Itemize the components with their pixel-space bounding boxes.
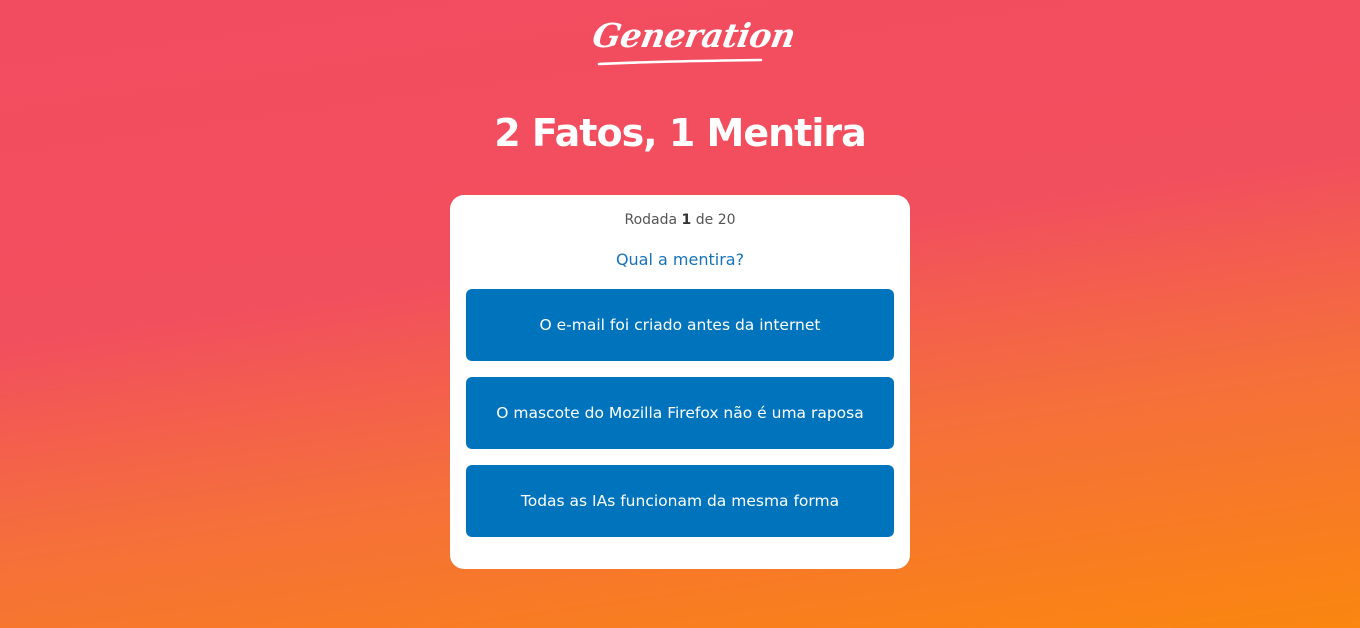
logo-text: Generation	[589, 16, 799, 55]
question-text: Qual a mentira?	[615, 250, 745, 269]
round-current: 1	[681, 212, 692, 228]
generation-logo: Generation	[590, 14, 798, 68]
option-button-1[interactable]: O e-mail foi criado antes da internet	[466, 289, 894, 361]
round-total: 20	[717, 212, 736, 228]
round-prefix: Rodada	[624, 212, 678, 228]
round-counter: Rodada 1 de 20	[450, 210, 910, 230]
page-title: 2 Fatos, 1 Mentira	[494, 111, 866, 155]
round-separator: de	[695, 212, 714, 228]
game-card: Rodada 1 de 20 Qual a mentira? O e-mail …	[450, 195, 910, 569]
option-button-2[interactable]: O mascote do Mozilla Firefox não é uma r…	[466, 377, 894, 449]
option-button-3[interactable]: Todas as IAs funcionam da mesma forma	[466, 465, 894, 537]
logo-underline	[597, 58, 763, 66]
